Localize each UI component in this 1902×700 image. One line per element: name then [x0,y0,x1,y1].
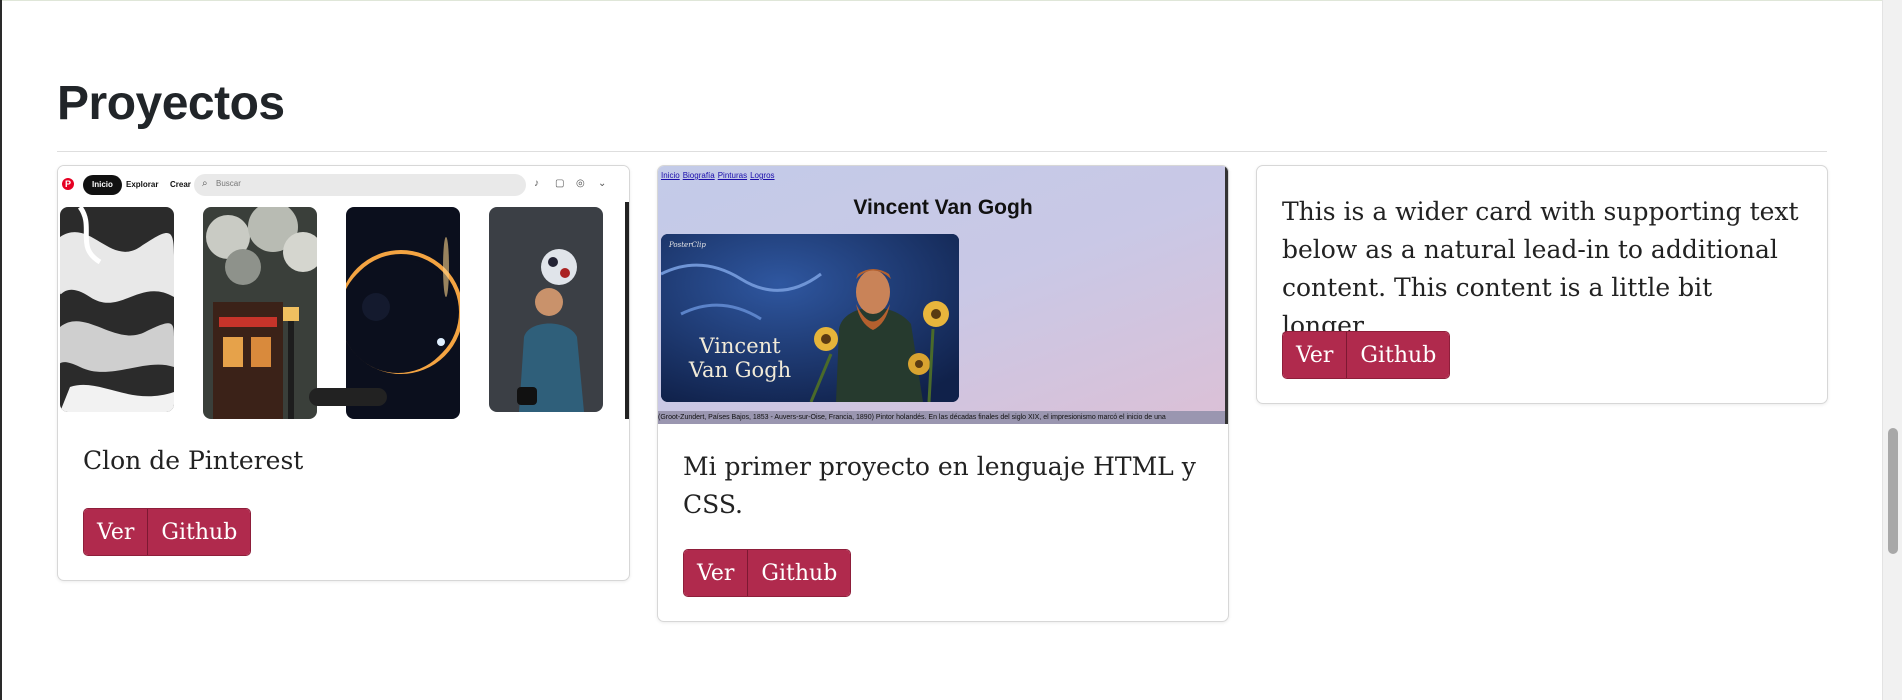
vangogh-poster: PosterClip Vincent Van Gogh [661,234,959,402]
vangogh-nav-logros: Logros [750,171,775,180]
project-card-pinterest: P Inicio Explorar Crear ⌕ Buscar ♪ ▢ ◎ ⌄ [57,165,630,581]
pin-football-player [489,207,603,412]
chevron-down-icon: ⌄ [598,178,607,189]
pinterest-create-link: Crear [170,180,191,189]
page-top-border [0,0,1883,1]
vangogh-nav-biografia: Biografía [682,171,715,180]
pin-hover-toolbar [309,388,387,406]
vangogh-title: Vincent Van Gogh [853,196,1033,219]
window-left-edge [0,0,2,700]
card-button-group: Ver Github [83,508,252,556]
pinterest-home-pill: Inicio [83,175,122,195]
view-button[interactable]: Ver [1283,332,1347,378]
card-button-group: Ver Github [683,549,852,597]
vangogh-nav-pinturas: Pinturas [717,171,748,180]
scrollbar-thumb[interactable] [1888,428,1898,554]
card-title: Mi primer proyecto en lenguaje HTML y CS… [683,452,1196,519]
view-button[interactable]: Ver [84,509,148,555]
vertical-scrollbar[interactable] [1882,0,1902,700]
pinterest-navbar: P Inicio Explorar Crear ⌕ Buscar ♪ ▢ ◎ ⌄ [58,166,629,202]
github-button[interactable]: Github [1346,332,1450,378]
message-icon: ▢ [555,178,565,189]
vangogh-nav: Inicio Biografía Pinturas Logros [661,171,778,180]
view-button[interactable]: Ver [684,550,748,596]
vangogh-caption: (Groot-Zundert, Países Bajos, 1853 - Auv… [658,411,1228,424]
section-title: Proyectos [57,77,285,130]
pinterest-search-placeholder: Buscar [216,179,241,188]
pinterest-explore-link: Explorar [126,180,159,189]
project-card-vangogh: Inicio Biografía Pinturas Logros Vincent Va… [657,165,1229,622]
search-icon: ⌕ [202,178,208,189]
pinterest-search-bar: ⌕ Buscar [194,174,526,196]
github-button[interactable]: Github [747,550,851,596]
poster-brand: PosterClip [669,241,706,249]
poster-name-line1: Vincent [699,334,781,358]
section-divider [57,151,1827,152]
pin-marble [60,207,174,412]
pin-temple [203,207,317,419]
github-button[interactable]: Github [147,509,251,555]
vangogh-nav-inicio: Inicio [661,171,680,180]
card-body-text: This is a wider card with supporting tex… [1282,197,1799,340]
pinterest-screenshot: P Inicio Explorar Crear ⌕ Buscar ♪ ▢ ◎ ⌄ [58,166,629,419]
profile-icon: ◎ [576,178,585,189]
pinterest-logo-icon: P [62,178,74,190]
poster-name-line2: Van Gogh [688,358,792,382]
screenshot-edge [1225,166,1228,424]
project-card-text: This is a wider card with supporting tex… [1256,165,1828,404]
bell-icon: ♪ [534,178,539,189]
card-button-group: Ver Github [1282,331,1451,379]
card-title: Clon de Pinterest [83,446,304,475]
screenshot-edge [625,202,629,419]
vangogh-screenshot: Inicio Biografía Pinturas Logros Vincent Va… [658,166,1228,424]
